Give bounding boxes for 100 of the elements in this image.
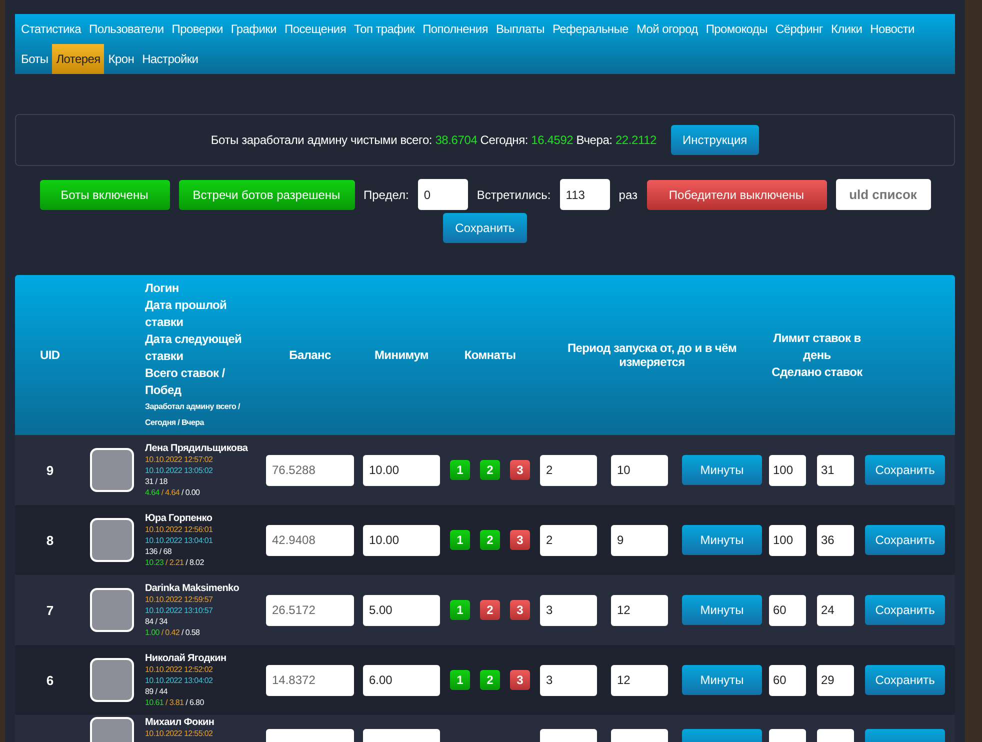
column-header: Логин [145, 280, 180, 296]
period-from-input[interactable]: 3 [540, 594, 597, 626]
room-toggle[interactable]: 2 [480, 600, 500, 620]
room-toggle[interactable]: 3 [510, 460, 530, 480]
nav-tab[interactable]: Крон [104, 44, 138, 74]
next-bet-date: 10.10.2022 13:10:57 [145, 604, 214, 616]
last-bet-date: 10.10.2022 12:56:01 [145, 524, 214, 534]
times-label: раз [618, 188, 638, 202]
limit-input[interactable]: 0 [418, 179, 468, 210]
nav-tab[interactable]: Сёрфинг [771, 14, 827, 44]
uid-cell-text: 9 [45, 462, 55, 478]
period-to-input[interactable]: 10 [611, 454, 668, 486]
nav-tab[interactable]: Промокоды [702, 14, 772, 44]
uid-cell-text: 6 [45, 672, 55, 688]
uid-list-input[interactable]: uld список [836, 179, 930, 210]
minimum-input[interactable]: 6.00 [363, 664, 440, 696]
next-bet-date: 10.10.2022 13:04:02 [145, 674, 214, 686]
user-name: Лена Прядильщикова [145, 442, 249, 454]
save-button[interactable]: Сохранить [443, 213, 527, 243]
balance-input[interactable]: 42.9408 [266, 524, 354, 556]
save-button[interactable]: Сохранить [865, 665, 945, 695]
instructions-button[interactable]: Инструкция [670, 125, 760, 155]
met-count-input[interactable]: 113 [560, 179, 610, 210]
earnings-line: 4.64 / 4.64 / 0.00 [145, 486, 201, 498]
room-toggle[interactable]: 3 [510, 670, 530, 690]
nav-tab[interactable]: Реферальные [548, 14, 632, 44]
room-toggle[interactable]: 1 [450, 600, 470, 620]
room-toggle[interactable]: 2 [480, 530, 500, 550]
bets-done-input[interactable]: 24 [817, 594, 854, 626]
column-header: Сделано ставок [772, 364, 862, 380]
nav-tab[interactable]: Графики [226, 14, 280, 44]
unit-button[interactable]: Минуты [682, 665, 762, 695]
minimum-input[interactable]: 10.00 [363, 454, 440, 486]
room-toggle[interactable]: 1 [450, 530, 470, 550]
meetings-toggle-button[interactable]: Встречи ботов разрешены [178, 180, 354, 210]
save-button[interactable]: Сохранить [865, 455, 945, 485]
nav-tab[interactable]: Мой огород [632, 14, 702, 44]
balance-input[interactable]: 26.5172 [266, 594, 354, 626]
avatar-photo-placeholder [90, 518, 134, 562]
room-toggle[interactable]: 1 [450, 460, 470, 480]
daily-limit-input[interactable]: 60 [769, 664, 806, 696]
nav-tab[interactable]: Статистика [17, 14, 86, 44]
nav-tab[interactable]: Топ трафик [350, 14, 419, 44]
bets-count: 31 / 18 [145, 476, 168, 486]
unit-button[interactable]: Минуты [682, 525, 762, 555]
avatar-photo-placeholder [90, 448, 134, 492]
column-header: Всего ставок / Побед [145, 364, 226, 398]
nav-tab[interactable]: Клики [826, 14, 866, 44]
column-header: Лимит ставок в день [772, 330, 862, 364]
column-header: UID [39, 348, 61, 362]
earnings-summary: Боты заработали админу чистыми всего: 38.6704 Сегодня: 16.4592 Вчера: 22.2112 [210, 133, 657, 147]
balance-input[interactable]: 76.5288 [266, 454, 354, 486]
column-header: Баланс [288, 348, 332, 362]
column-header: Дата следующей ставки [145, 330, 243, 364]
daily-limit-input[interactable]: 100 [769, 454, 806, 486]
bets-done-input[interactable]: 29 [817, 664, 854, 696]
room-toggle[interactable]: 3 [510, 600, 530, 620]
bets-count: 84 / 34 [145, 616, 168, 626]
period-from-input[interactable]: 2 [540, 454, 597, 486]
nav-tab[interactable]: Новости [866, 14, 918, 44]
daily-limit-input[interactable]: 100 [769, 524, 806, 556]
uid-cell-text: 7 [45, 602, 55, 618]
nav-tab[interactable]: Боты [17, 44, 52, 74]
bets-done-input[interactable]: 31 [817, 454, 854, 486]
minimum-input[interactable]: 10.00 [363, 524, 440, 556]
save-button[interactable]: Сохранить [865, 595, 945, 625]
nav-tab[interactable]: Настройки [138, 44, 202, 74]
period-to-input[interactable]: 12 [611, 594, 668, 626]
unit-button[interactable]: Минуты [682, 595, 762, 625]
uid-cell-text: 8 [45, 532, 55, 548]
nav-tab[interactable]: Выплаты [492, 14, 548, 44]
bets-count: 89 / 44 [145, 686, 168, 696]
period-to-input[interactable]: 9 [611, 524, 668, 556]
bots-toggle-button[interactable]: Боты включены [40, 180, 170, 210]
nav-tab[interactable]: Лотерея [52, 44, 104, 74]
daily-limit-input[interactable]: 60 [769, 594, 806, 626]
nav-tab[interactable]: Пользователи [85, 14, 168, 44]
column-note: Заработал админу всего / Сегодня / Вчера [145, 400, 241, 429]
last-bet-date: 10.10.2022 12:59:57 [145, 594, 214, 604]
nav-tab[interactable]: Проверки [168, 14, 227, 44]
bets-count: 136 / 68 [145, 546, 173, 556]
nav-tab[interactable]: Пополнения [418, 14, 492, 44]
earnings-line: 1.00 / 0.42 / 0.58 [145, 626, 201, 638]
room-toggle[interactable]: 2 [480, 460, 500, 480]
period-to-input[interactable]: 12 [611, 664, 668, 696]
room-toggle[interactable]: 2 [480, 670, 500, 690]
bets-done-input[interactable]: 36 [817, 524, 854, 556]
nav-tab[interactable]: Посещения [280, 14, 350, 44]
column-header: Минимум [373, 348, 430, 362]
save-button[interactable]: Сохранить [865, 525, 945, 555]
period-from-input[interactable]: 2 [540, 524, 597, 556]
room-toggle[interactable]: 1 [450, 670, 470, 690]
unit-button[interactable]: Минуты [682, 455, 762, 485]
user-name: Михаил Фокин [145, 717, 216, 728]
room-toggle[interactable]: 3 [510, 530, 530, 550]
period-from-input[interactable]: 3 [540, 664, 597, 696]
balance-input[interactable]: 14.8372 [266, 664, 354, 696]
column-header: Дата прошлой ставки [145, 296, 228, 330]
winners-toggle-button[interactable]: Победители выключены [646, 180, 826, 210]
minimum-input[interactable]: 5.00 [363, 594, 440, 626]
